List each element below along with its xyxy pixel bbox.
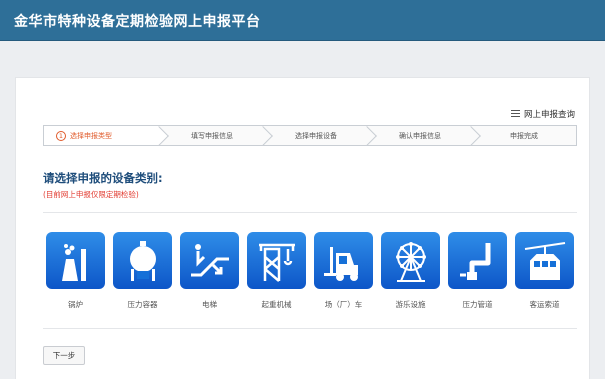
device-label: 起重机械	[261, 300, 292, 309]
device-pressure-vessel[interactable]: 压力容器	[113, 232, 172, 310]
next-button[interactable]: 下一步	[43, 346, 85, 365]
section-heading: 请选择申报的设备类别:	[43, 171, 163, 185]
step-label: 选择申报设备	[295, 131, 337, 140]
step-5: 申报完成	[472, 126, 576, 145]
device-elevator[interactable]: 电梯	[180, 232, 239, 310]
device-label: 压力管道	[462, 300, 493, 309]
query-link[interactable]: 网上申报查询	[510, 108, 575, 120]
device-crane[interactable]: 起重机械	[247, 232, 306, 310]
pressure-vessel-icon[interactable]	[113, 232, 172, 289]
divider	[43, 328, 577, 329]
step-2: 填写申报信息	[160, 126, 264, 145]
step-number: 1	[56, 130, 66, 141]
step-4: 确认申报信息	[368, 126, 472, 145]
device-pipeline[interactable]: 压力管道	[448, 232, 507, 310]
device-label: 电梯	[202, 300, 217, 309]
main-panel: 网上申报查询 1 选择申报类型 填写申报信息 选择申报设备 确认申报信息 申报完…	[15, 77, 590, 379]
step-progress: 1 选择申报类型 填写申报信息 选择申报设备 确认申报信息 申报完成	[43, 125, 577, 146]
cable-car-icon[interactable]	[515, 232, 574, 289]
escalator-icon[interactable]	[180, 232, 239, 289]
step-label: 填写申报信息	[191, 131, 233, 140]
step-label: 确认申报信息	[399, 131, 441, 140]
device-label: 压力容器	[127, 300, 158, 309]
device-amusement[interactable]: 游乐设施	[381, 232, 440, 310]
scope-note: (目前网上申报仅限定期检验)	[43, 190, 139, 199]
step-3: 选择申报设备	[264, 126, 368, 145]
list-icon	[510, 110, 520, 118]
ferris-wheel-icon[interactable]	[381, 232, 440, 289]
platform-title: 金华市特种设备定期检验网上申报平台	[14, 14, 261, 30]
device-category-list: 锅炉 压力容器 电梯 起重机械 场（厂）车 游乐设施 压力管道 客运索道	[46, 232, 580, 322]
step-1: 1 选择申报类型	[44, 126, 160, 145]
query-link-label: 网上申报查询	[523, 110, 575, 120]
device-label: 锅炉	[68, 300, 83, 309]
forklift-icon[interactable]	[314, 232, 373, 289]
device-label: 场（厂）车	[324, 300, 363, 309]
step-label: 申报完成	[510, 131, 538, 140]
divider	[43, 212, 577, 213]
device-boiler[interactable]: 锅炉	[46, 232, 105, 310]
crane-icon[interactable]	[247, 232, 306, 289]
top-bar: 金华市特种设备定期检验网上申报平台	[0, 0, 605, 41]
device-forklift[interactable]: 场（厂）车	[314, 232, 373, 310]
device-label: 客运索道	[529, 300, 560, 309]
step-label: 选择申报类型	[70, 131, 112, 140]
pipeline-icon[interactable]	[448, 232, 507, 289]
device-label: 游乐设施	[395, 300, 426, 309]
boiler-icon[interactable]	[46, 232, 105, 289]
device-cableway[interactable]: 客运索道	[515, 232, 574, 310]
